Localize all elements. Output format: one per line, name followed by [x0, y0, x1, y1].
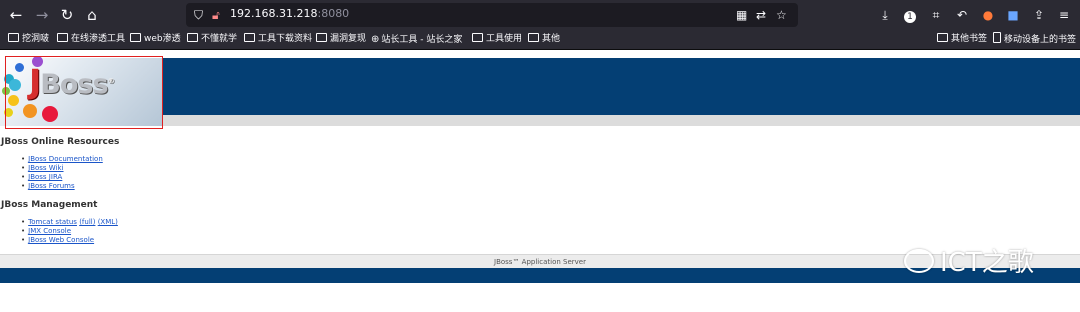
folder-icon [937, 33, 948, 42]
menu-icon[interactable]: ≡ [1055, 6, 1073, 24]
folder-icon [8, 33, 19, 42]
bookmark-folder[interactable]: 挖洞啵 [8, 32, 49, 47]
list-item: JMX Console [21, 227, 118, 236]
bookmark-folder[interactable]: 在线渗透工具 [57, 32, 125, 47]
insecure-lock-icon[interactable]: 🔓︎ [212, 8, 220, 22]
bookmark-folder[interactable]: 不懂就学 [187, 32, 237, 47]
list-item: JBoss Web Console [21, 236, 118, 245]
folder-icon [187, 33, 198, 42]
jboss-documentation-link[interactable]: JBoss Documentation [28, 155, 103, 163]
chat-bubble-icon [904, 249, 934, 273]
share-icon[interactable]: ⇪ [1030, 6, 1048, 24]
list-item: Tomcat status (full) (XML) [21, 218, 118, 227]
mobile-bookmarks[interactable]: 移动设备上的书签 [993, 32, 1076, 47]
management-list: Tomcat status (full) (XML) JMX Console J… [21, 218, 118, 245]
bookmark-link[interactable]: ⊕ 站长工具 - 站长之家 [371, 32, 462, 47]
tomcat-status-full-link[interactable]: (full) [79, 218, 95, 226]
bookmark-folder[interactable]: 漏洞复现 [316, 32, 366, 47]
translate-extension-icon[interactable]: ■ [1004, 6, 1022, 24]
folder-icon [528, 33, 539, 42]
online-resources-heading: JBoss Online Resources [1, 137, 120, 147]
jboss-jira-link[interactable]: JBoss JIRA [28, 173, 62, 181]
undo-icon[interactable]: ↶ [953, 6, 971, 24]
folder-icon [130, 33, 141, 42]
folder-icon [316, 33, 327, 42]
list-item: JBoss JIRA [21, 173, 103, 182]
download-icon[interactable]: ⤓ [876, 6, 894, 24]
shield-icon[interactable]: ⛉ [194, 8, 203, 22]
jmx-console-link[interactable]: JMX Console [28, 227, 71, 235]
globe-icon: ⊕ [371, 34, 380, 45]
jboss-wiki-link[interactable]: JBoss Wiki [28, 164, 63, 172]
bookmark-folder[interactable]: 工具使用 [472, 32, 522, 47]
url-text[interactable]: 192.168.31.218:8080 [230, 7, 349, 20]
highlight-box [5, 56, 163, 129]
bookmarks-bar: 挖洞啵 在线渗透工具 web渗透 不懂就学 工具下载资料 漏洞复现 ⊕ 站长工具 … [0, 30, 1080, 50]
tomcat-status-xml-link[interactable]: (XML) [98, 218, 118, 226]
management-heading: JBoss Management [1, 200, 98, 210]
watermark: ICT之歌 [904, 244, 1034, 284]
tomcat-status-link[interactable]: Tomcat status [28, 218, 77, 226]
home-icon[interactable]: ⌂ [82, 5, 102, 25]
browser-toolbar: ← → ↻ ⌂ ⛉ 🔓︎ 192.168.31.218:8080 ▦ ⇄ ☆ ⤓… [0, 0, 1080, 30]
list-item: JBoss Documentation [21, 155, 103, 164]
jboss-forums-link[interactable]: JBoss Forums [28, 182, 75, 190]
bookmark-folder[interactable]: web渗透 [130, 32, 181, 47]
other-bookmarks[interactable]: 其他书签 [937, 32, 987, 47]
fox-extension-icon[interactable]: ● [979, 6, 997, 24]
folder-icon [244, 33, 255, 42]
folder-icon [57, 33, 68, 42]
crop-icon[interactable]: ⌗ [927, 6, 945, 24]
mobile-icon [993, 32, 1001, 43]
back-icon[interactable]: ← [6, 5, 26, 25]
bookmark-folder[interactable]: 工具下载资料 [244, 32, 312, 47]
qr-code-icon[interactable]: ▦ [736, 8, 747, 22]
online-resources-list: JBoss Documentation JBoss Wiki JBoss JIR… [21, 155, 103, 191]
extension-badge-icon[interactable]: 1 [901, 6, 919, 24]
folder-icon [472, 33, 483, 42]
bookmark-star-icon[interactable]: ☆ [776, 8, 787, 22]
forward-icon[interactable]: → [32, 5, 52, 25]
list-item: JBoss Wiki [21, 164, 103, 173]
reload-icon[interactable]: ↻ [57, 5, 77, 25]
list-item: JBoss Forums [21, 182, 103, 191]
translate-icon[interactable]: ⇄ [756, 8, 766, 22]
bookmark-folder[interactable]: 其他 [528, 32, 560, 47]
jboss-web-console-link[interactable]: JBoss Web Console [28, 236, 94, 244]
address-bar[interactable]: ⛉ 🔓︎ 192.168.31.218:8080 ▦ ⇄ ☆ [186, 3, 798, 27]
